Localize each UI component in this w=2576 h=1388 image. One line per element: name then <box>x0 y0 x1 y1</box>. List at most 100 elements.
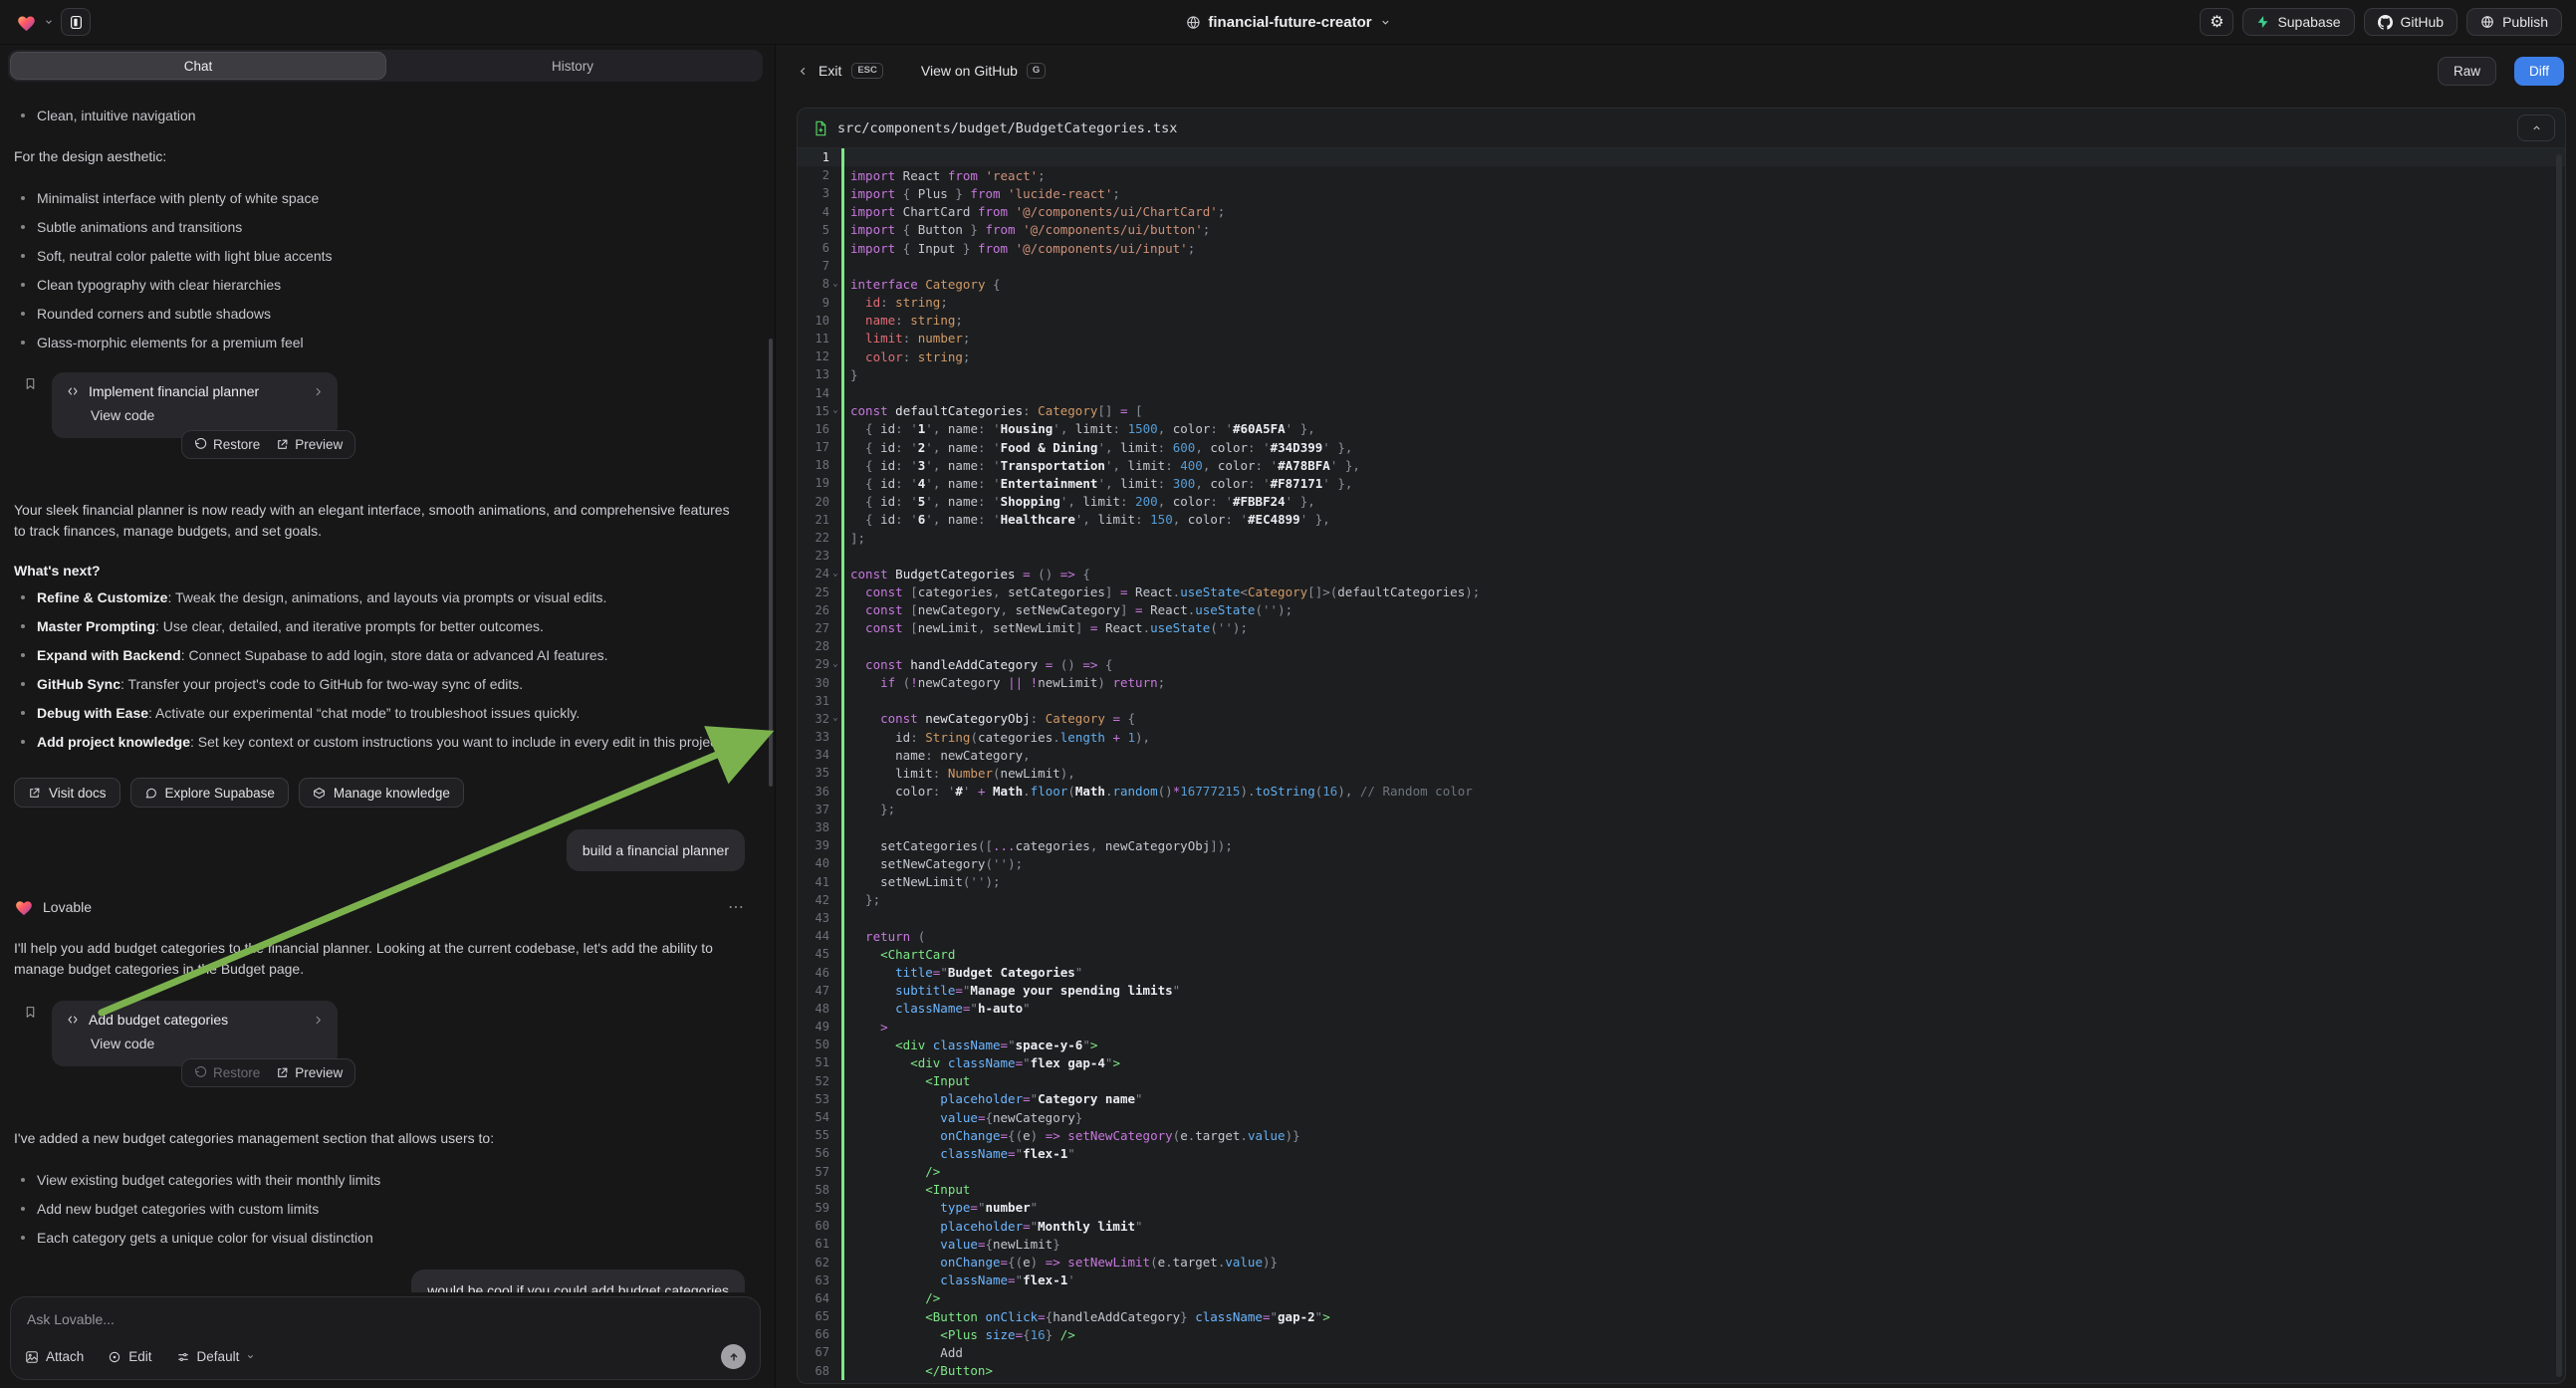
attach-button[interactable]: Attach <box>25 1349 84 1364</box>
code-text: subtitle="Manage your spending limits" <box>850 983 1180 998</box>
project-title: financial-future-creator <box>1208 14 1371 31</box>
code-text: const handleAddCategory = () => { <box>850 657 1112 672</box>
code-scrollbar[interactable] <box>2556 154 2562 1377</box>
restore-button[interactable]: Restore <box>194 437 260 452</box>
view-code-link[interactable]: View code <box>91 407 324 423</box>
view-code-link[interactable]: View code <box>91 1036 324 1051</box>
code-line: 17 { id: '2', name: 'Food & Dining', lim… <box>798 438 2565 456</box>
bookmark-icon[interactable] <box>24 376 37 391</box>
code-line: 13} <box>798 365 2565 383</box>
code-line: 26 const [newCategory, setNewCategory] =… <box>798 601 2565 619</box>
diff-added-bar <box>841 402 844 420</box>
code-editor[interactable]: 12import React from 'react';3import { Pl… <box>798 148 2565 1383</box>
code-text: import { Input } from '@/components/ui/i… <box>850 241 1195 256</box>
composer[interactable]: Ask Lovable... Attach Edit <box>10 1296 761 1380</box>
line-number: 67 <box>798 1345 829 1359</box>
globe-icon <box>1185 15 1200 30</box>
raw-button[interactable]: Raw <box>2438 57 2496 86</box>
external-link-icon <box>276 438 289 451</box>
code-text: const [newLimit, setNewLimit] = React.us… <box>850 620 1248 635</box>
esc-kbd-badge: ESC <box>851 63 883 79</box>
preview-button[interactable]: Preview <box>276 1065 343 1080</box>
fold-chevron-icon[interactable]: ⌄ <box>829 406 841 415</box>
external-link-icon <box>276 1066 289 1079</box>
line-number: 3 <box>798 186 829 200</box>
file-header[interactable]: src/components/budget/BudgetCategories.t… <box>798 109 2565 148</box>
line-number: 44 <box>798 929 829 943</box>
line-number: 39 <box>798 838 829 852</box>
code-text: }; <box>850 802 895 816</box>
project-switcher[interactable]: financial-future-creator <box>1185 0 1390 45</box>
gear-icon: ⚙ <box>2210 12 2224 32</box>
chip-manage-knowledge[interactable]: Manage knowledge <box>299 778 464 808</box>
code-text: }; <box>850 892 880 907</box>
tab-history[interactable]: History <box>385 53 760 79</box>
code-line: 14 <box>798 383 2565 401</box>
code-line: 33 id: String(categories.length + 1), <box>798 728 2565 746</box>
line-number: 64 <box>798 1291 829 1305</box>
code-line: 28 <box>798 637 2565 655</box>
code-line: 42 }; <box>798 891 2565 909</box>
chat-scrollbar[interactable] <box>769 339 773 787</box>
model-select[interactable]: Default <box>176 1349 256 1364</box>
list-item: Add new budget categories with custom li… <box>14 1199 745 1219</box>
line-number: 46 <box>798 966 829 980</box>
view-on-github-button[interactable]: View on GitHub G <box>921 63 1046 79</box>
workspace-chevron-down-icon[interactable] <box>44 17 54 27</box>
bullet-dot-icon <box>21 624 25 628</box>
list-item: Subtle animations and transitions <box>14 217 745 237</box>
collapse-file-button[interactable] <box>2517 115 2555 141</box>
fold-chevron-icon[interactable]: ⌄ <box>829 280 841 289</box>
diff-added-bar <box>841 927 844 945</box>
chat-paragraph: Your sleek financial planner is now read… <box>14 500 745 542</box>
diff-added-bar <box>841 1000 844 1018</box>
chip-visit-docs[interactable]: Visit docs <box>14 778 120 808</box>
edit-mode-button[interactable]: Edit <box>108 1349 151 1364</box>
fold-chevron-icon[interactable]: ⌄ <box>829 714 841 723</box>
panel-toggle-button[interactable] <box>61 8 91 36</box>
code-pane: Exit ESC View on GitHub G Raw Diff src/c… <box>776 45 2576 1388</box>
code-brackets-icon <box>66 1014 80 1026</box>
diff-added-bar <box>841 347 844 365</box>
message-more-button[interactable]: ⋯ <box>728 897 745 917</box>
exit-button[interactable]: Exit <box>819 63 841 79</box>
composer-placeholder: Ask Lovable... <box>27 1311 744 1327</box>
diff-added-bar <box>841 619 844 637</box>
supabase-button[interactable]: Supabase <box>2242 8 2354 36</box>
line-number: 30 <box>798 676 829 690</box>
publish-button[interactable]: Publish <box>2466 8 2562 36</box>
chip-explore-supabase[interactable]: Explore Supabase <box>130 778 289 808</box>
preview-button[interactable]: Preview <box>276 437 343 452</box>
fold-chevron-icon[interactable]: ⌄ <box>829 660 841 669</box>
diff-added-bar <box>841 1289 844 1307</box>
code-text: </Button> <box>850 1363 993 1378</box>
code-change-card[interactable]: Implement financial plannerView code <box>52 372 338 438</box>
target-icon <box>108 1350 121 1364</box>
back-chevron-icon[interactable] <box>798 66 809 77</box>
line-number: 38 <box>798 820 829 834</box>
line-number: 54 <box>798 1110 829 1124</box>
diff-added-bar <box>841 692 844 710</box>
list-item: Debug with Ease: Activate our experiment… <box>14 703 745 723</box>
code-text: /> <box>850 1290 940 1305</box>
tab-chat[interactable]: Chat <box>11 53 385 79</box>
bookmark-icon[interactable] <box>24 1005 37 1020</box>
diff-added-bar <box>841 383 844 401</box>
line-number: 22 <box>798 531 829 545</box>
g-kbd-badge: G <box>1027 63 1046 79</box>
code-text: const [categories, setCategories] = Reac… <box>850 584 1480 599</box>
code-change-block: Implement financial plannerView codeRest… <box>14 372 745 464</box>
code-text: name: string; <box>850 313 963 328</box>
code-change-card[interactable]: Add budget categoriesView code <box>52 1001 338 1066</box>
settings-button[interactable]: ⚙ <box>2200 8 2233 36</box>
diff-button[interactable]: Diff <box>2514 57 2564 86</box>
code-text: color: string; <box>850 349 970 364</box>
lovable-heart-icon[interactable] <box>16 13 37 32</box>
code-line: 56 className="flex-1" <box>798 1144 2565 1162</box>
code-text: if (!newCategory || !newLimit) return; <box>850 675 1165 690</box>
code-text: Add <box>850 1345 963 1360</box>
fold-chevron-icon[interactable]: ⌄ <box>829 570 841 578</box>
bullet-dot-icon <box>21 114 25 117</box>
send-button[interactable] <box>721 1344 746 1369</box>
github-button[interactable]: GitHub <box>2364 8 2459 36</box>
